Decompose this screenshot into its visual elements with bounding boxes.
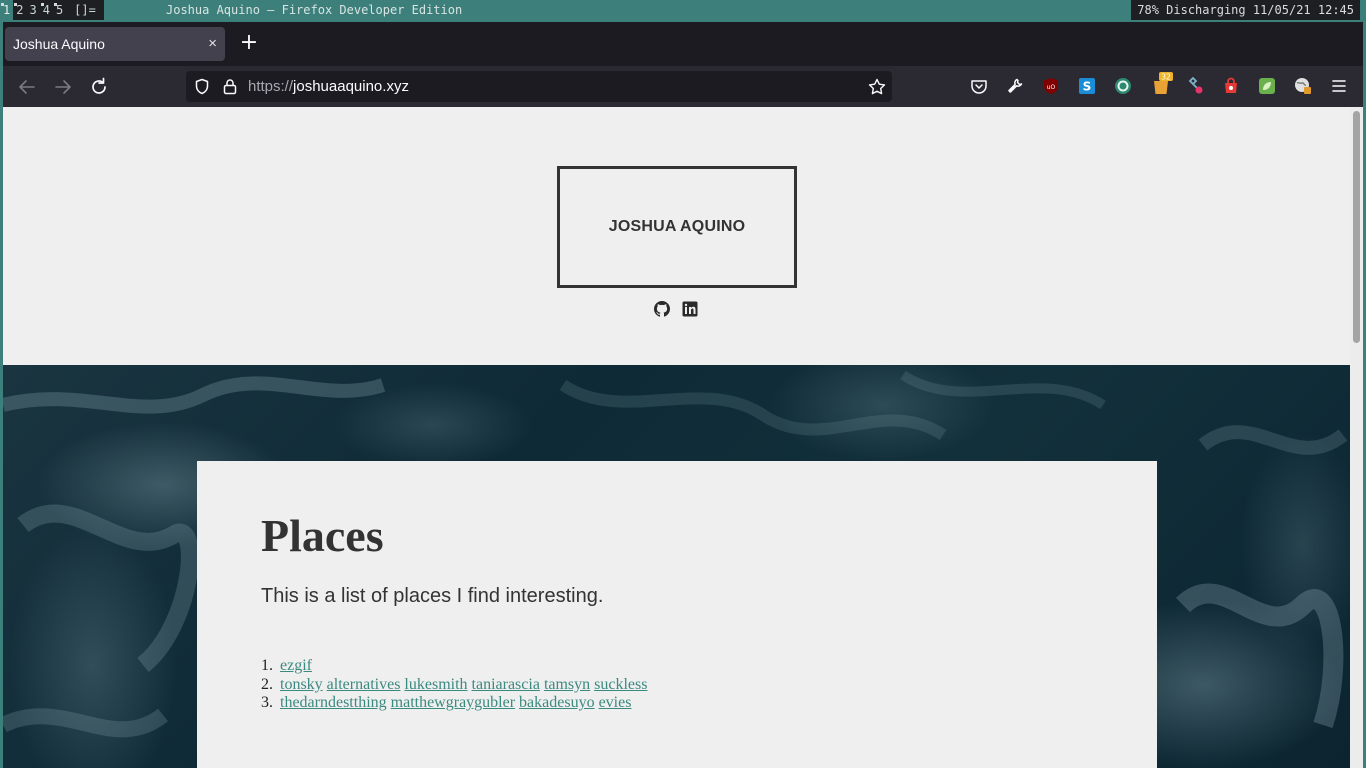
site-name: JOSHUA AQUINO <box>608 218 746 235</box>
sync-extension-icon[interactable] <box>1114 77 1132 95</box>
place-link[interactable]: ezgif <box>280 657 312 674</box>
workspace-5[interactable]: 5 <box>52 0 67 20</box>
globe-lock-icon[interactable] <box>1294 77 1312 95</box>
place-link[interactable]: matthewgraygubler <box>391 694 515 711</box>
linkedin-icon[interactable] <box>682 301 698 317</box>
wrench-icon[interactable] <box>1006 77 1024 95</box>
list-item: 1. ezgif <box>261 657 647 676</box>
list-number: 1. <box>261 657 273 674</box>
workspace-4[interactable]: 4 <box>39 0 53 20</box>
tab-bar: Joshua Aquino × + <box>3 22 1363 66</box>
place-link[interactable]: tonsky <box>280 676 323 693</box>
place-link[interactable]: lukesmith <box>404 676 467 693</box>
place-link[interactable]: thedarndestthing <box>280 694 387 711</box>
place-link[interactable]: tamsyn <box>544 676 590 693</box>
workspace-list: 1 2 3 4 5 []= <box>0 0 104 20</box>
leaf-extension-icon[interactable] <box>1258 77 1276 95</box>
social-links <box>654 301 698 317</box>
close-tab-icon[interactable]: × <box>208 35 217 52</box>
lock-icon[interactable] <box>223 78 237 95</box>
layout-indicator[interactable]: []= <box>66 0 104 20</box>
list-number: 3. <box>261 694 273 712</box>
site-header: JOSHUA AQUINO <box>3 107 1350 365</box>
shopping-bag-icon[interactable]: 32 <box>1150 71 1174 97</box>
system-status: 78% Discharging 11/05/21 12:45 <box>1131 0 1360 20</box>
places-list: 1. ezgif 2. tonsky alternatives lukesmith … <box>261 657 647 713</box>
workspace-1[interactable]: 1 <box>0 0 14 20</box>
extension-badge-count: 32 <box>1161 73 1171 82</box>
place-link[interactable]: suckless <box>594 676 647 693</box>
github-icon[interactable] <box>654 301 670 317</box>
forward-arrow-icon[interactable] <box>50 74 76 100</box>
shield-icon[interactable] <box>194 78 210 95</box>
back-arrow-icon[interactable] <box>14 74 40 100</box>
satellite-icon[interactable] <box>1186 77 1204 95</box>
place-link[interactable]: alternatives <box>327 676 401 693</box>
tab-title: Joshua Aquino <box>13 36 105 52</box>
bag-extension-icon[interactable] <box>1222 77 1240 95</box>
url-text[interactable]: https://joshuaaquino.xyz <box>248 78 409 95</box>
stylus-icon[interactable]: S <box>1078 77 1096 95</box>
browser-window: Joshua Aquino × + https://joshuaaquino.x… <box>3 22 1363 768</box>
list-item: 3. thedarndestthing matthewgraygubler bak… <box>261 694 647 713</box>
page-lead: This is a list of places I find interest… <box>261 585 604 607</box>
navigation-toolbar: https://joshuaaquino.xyz uO S 32 <box>3 66 1363 107</box>
page-heading: Places <box>261 510 384 561</box>
pocket-icon[interactable] <box>970 78 988 95</box>
svg-text:uO: uO <box>1047 84 1056 91</box>
place-link[interactable]: bakadesuyo <box>519 694 595 711</box>
workspace-label: 4 <box>42 3 50 17</box>
reload-icon[interactable] <box>86 74 112 100</box>
ublock-origin-icon[interactable]: uO <box>1042 77 1060 95</box>
workspace-label: 5 <box>55 3 64 17</box>
content-card: Places This is a list of places I find i… <box>197 461 1157 768</box>
url-domain: joshuaaquino.xyz <box>293 78 409 95</box>
scrollbar-thumb[interactable] <box>1353 111 1360 343</box>
web-page: JOSHUA AQUINO Places This is a list of p… <box>3 107 1350 768</box>
url-bar[interactable]: https://joshuaaquino.xyz <box>186 71 892 102</box>
workspace-2[interactable]: 2 <box>13 0 27 20</box>
workspace-label: 2 <box>16 3 24 17</box>
svg-text:S: S <box>1083 80 1092 94</box>
bookmark-star-icon[interactable] <box>868 78 886 95</box>
new-tab-button[interactable]: + <box>237 32 261 56</box>
workspace-3[interactable]: 3 <box>26 0 40 20</box>
window-title: Joshua Aquino — Firefox Developer Editio… <box>166 3 463 17</box>
place-link[interactable]: evies <box>599 694 632 711</box>
site-name-box[interactable]: JOSHUA AQUINO <box>557 166 797 288</box>
url-scheme: https:// <box>248 78 294 95</box>
window-manager-bar: 1 2 3 4 5 []= Joshua Aquino — Firefox De… <box>0 0 1366 20</box>
workspace-label: 1 <box>3 3 11 17</box>
list-item: 2. tonsky alternatives lukesmith taniaras… <box>261 676 647 695</box>
hamburger-menu-icon[interactable] <box>1330 78 1348 94</box>
workspace-label: 3 <box>29 3 37 17</box>
tab-joshua-aquino[interactable]: Joshua Aquino × <box>5 27 225 61</box>
page-scrollbar[interactable] <box>1350 107 1363 768</box>
place-link[interactable]: taniarascia <box>472 676 540 693</box>
list-number: 2. <box>261 675 273 693</box>
